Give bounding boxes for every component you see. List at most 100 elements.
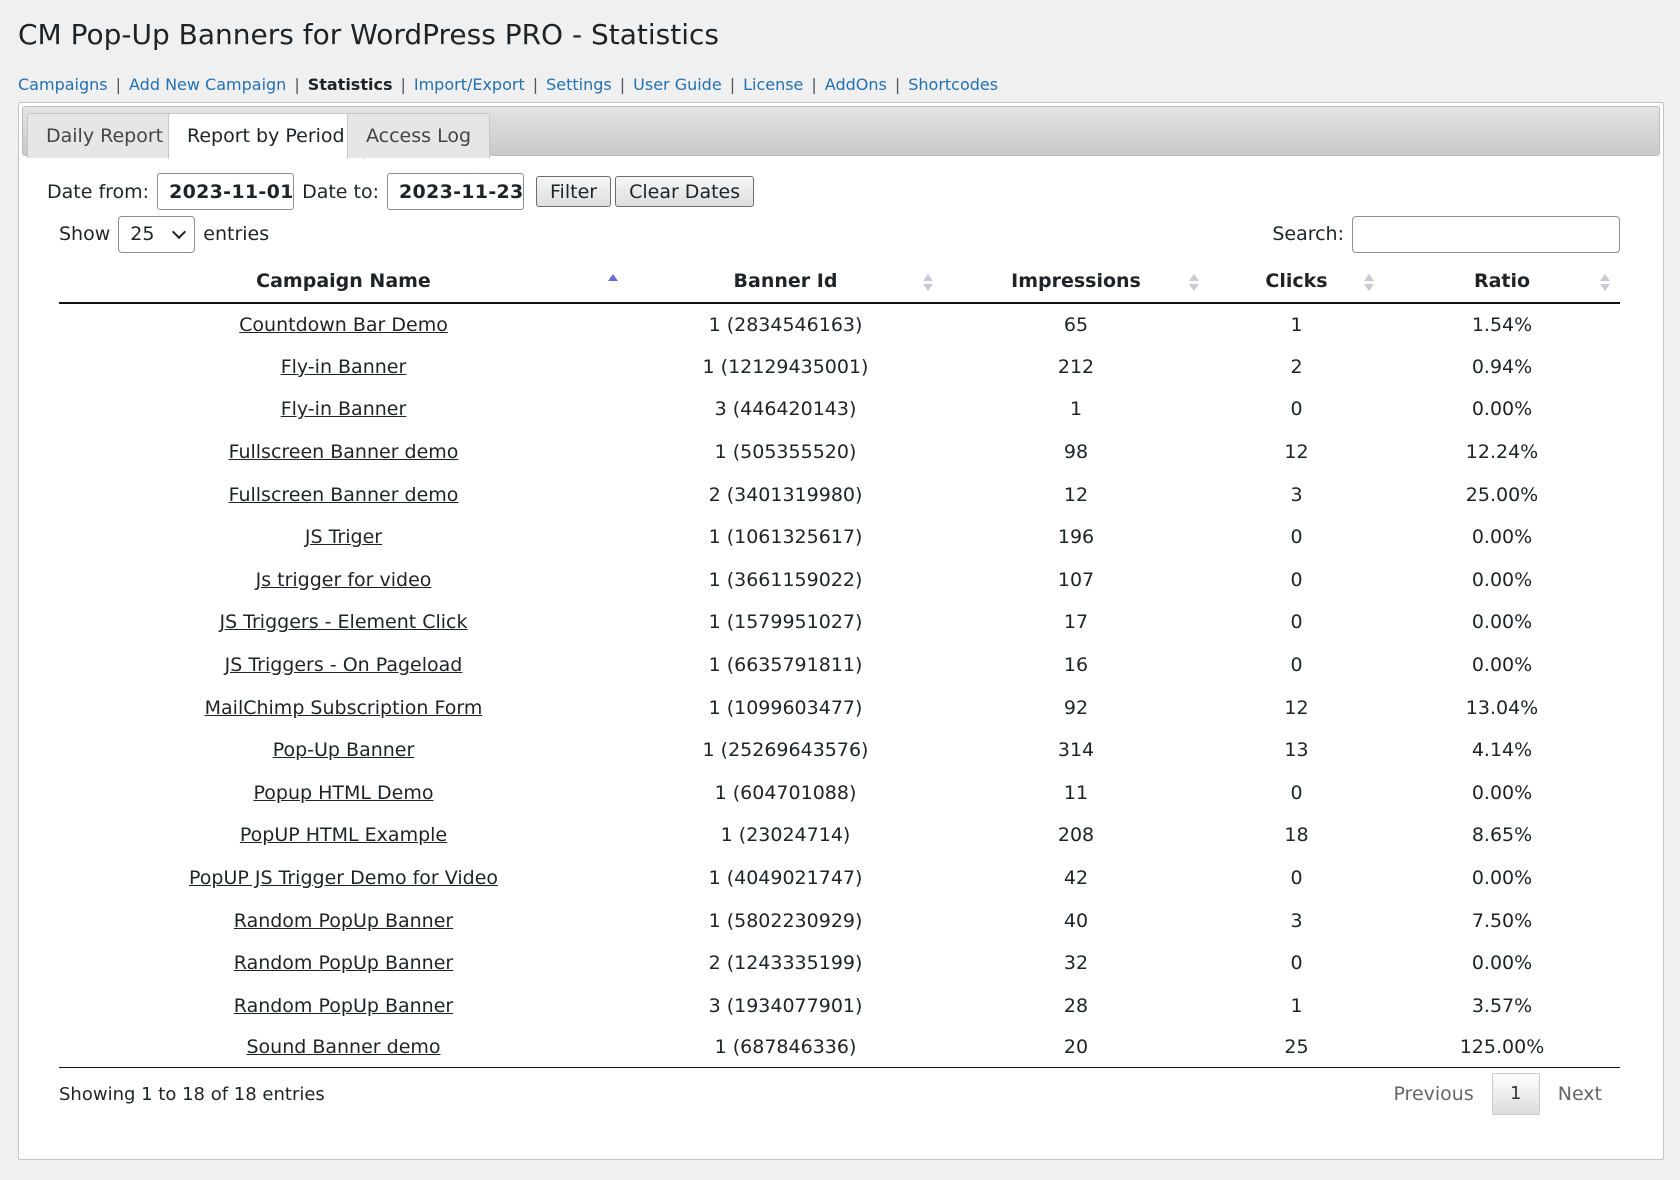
banner-id-cell: 1 (604701088) [714,781,857,804]
column-header-clicks[interactable]: Clicks [1209,260,1384,304]
campaign-link[interactable]: JS Triger [305,526,382,548]
campaign-link[interactable]: Random PopUp Banner [234,952,453,974]
campaign-link[interactable]: PopUP JS Trigger Demo for Video [189,867,498,889]
sort-icon [608,274,618,292]
campaign-name-cell: Random PopUp Banner [59,899,628,942]
pagination: Previous 1 Next [1375,1072,1620,1116]
ratio-cell: 0.00% [1471,654,1533,677]
table-row: Js trigger for video 1 (3661159022) 107 0 0.… [59,559,1620,602]
clear-dates-button[interactable]: Clear Dates [615,176,755,207]
campaign-name-cell: JS Triggers - On Pageload [59,644,628,687]
campaign-link[interactable]: Pop-Up Banner [273,739,415,761]
tab-daily-report[interactable]: Daily Report [27,113,183,158]
banner-id-cell: 1 (23024714) [720,824,851,847]
campaign-link[interactable]: Fullscreen Banner demo [229,484,459,506]
table-row: Fly-in Banner 1 (12129435001) 212 2 0.94% [59,346,1620,389]
subnav-addons-link[interactable]: AddOns [825,75,887,94]
campaign-link[interactable]: PopUP HTML Example [240,824,447,846]
entries-per-page-select[interactable]: 25 [118,215,196,253]
subnav-separator: | [400,75,406,94]
column-header-label: Banner Id [733,270,838,292]
banner-id-cell: 1 (687846336) [628,1027,943,1068]
impressions-cell: 212 [1057,355,1095,378]
subnav-statistics-link[interactable]: Statistics [308,75,393,94]
subnav-separator: | [619,75,626,94]
campaign-link[interactable]: Fly-in Banner [281,398,407,420]
tab-report-by-period[interactable]: Report by Period [168,113,364,159]
clicks-cell: 0 [1290,398,1303,421]
campaign-link[interactable]: Random PopUp Banner [234,910,453,932]
table-header-row: Campaign Name Banner Id Impressions Clicks R… [59,260,1620,304]
ratio-cell: 125.00% [1384,1027,1620,1068]
campaign-link[interactable]: Fly-in Banner [281,356,407,378]
next-page-button[interactable]: Next [1540,1083,1620,1105]
impressions-cell: 196 [1057,526,1095,549]
tab-access-log[interactable]: Access Log [347,113,491,158]
campaign-name-cell: Popup HTML Demo [59,772,628,815]
impressions-cell: 32 [1063,952,1089,975]
campaign-link[interactable]: MailChimp Subscription Form [205,697,483,719]
campaign-name-cell: JS Triger [59,516,628,559]
campaign-name-cell: JS Triggers - Element Click [59,601,628,644]
campaign-link[interactable]: Fullscreen Banner demo [229,441,459,463]
campaign-link[interactable]: Sound Banner demo [246,1036,440,1058]
campaign-name-cell: PopUP JS Trigger Demo for Video [59,857,628,900]
column-header-banner-id[interactable]: Banner Id [628,260,943,304]
table-row: JS Triggers - Element Click 1 (1579951027… [59,601,1620,644]
subnav-add-new-campaign-link[interactable]: Add New Campaign [129,75,286,94]
entries-label: entries [203,223,270,245]
previous-page-button[interactable]: Previous [1375,1083,1491,1105]
subnav-import-export-link[interactable]: Import/Export [414,75,525,94]
table-row: Fullscreen Banner demo 1 (505355520) 98 12 1… [59,431,1620,474]
column-header-impressions[interactable]: Impressions [943,260,1209,304]
date-from-input[interactable]: 2023-11-01 [157,173,295,210]
column-header-label: Ratio [1473,270,1531,292]
table-row: Countdown Bar Demo 1 (2834546163) 65 1 1.54% [59,303,1620,346]
ratio-cell: 1.54% [1471,313,1533,336]
ratio-cell: 0.00% [1471,867,1533,890]
sort-icon [923,274,933,292]
search-input[interactable] [1352,215,1620,253]
current-page-button[interactable]: 1 [1491,1072,1540,1115]
search-label: Search: [1272,223,1344,245]
column-header-campaign-name[interactable]: Campaign Name [59,260,628,304]
clicks-cell: 12 [1284,441,1309,464]
impressions-cell: 1 [1069,398,1083,421]
campaign-name-cell: Random PopUp Banner [59,985,628,1028]
banner-id-cell: 1 (2834546163) [708,313,863,336]
show-label: Show [59,223,111,245]
ratio-cell: 25.00% [1465,483,1539,506]
campaign-name-cell: Random PopUp Banner [59,942,628,985]
banner-id-cell: 1 (5802230929) [708,909,863,932]
campaign-name-cell: Fly-in Banner [59,346,628,389]
sort-icon [1600,274,1610,292]
campaign-link[interactable]: Js trigger for video [256,569,432,591]
date-from-label: Date from: [47,180,150,203]
table-row: Pop-Up Banner 1 (25269643576) 314 13 4.14% [59,729,1620,772]
banner-id-cell: 1 (1579951027) [708,611,863,634]
impressions-cell: 107 [1057,568,1095,591]
subnav-shortcodes-link[interactable]: Shortcodes [908,75,998,94]
campaign-link[interactable]: Random PopUp Banner [234,995,453,1017]
campaign-link[interactable]: JS Triggers - On Pageload [225,654,463,676]
banner-id-cell: 2 (1243335199) [708,952,863,975]
table-info: Showing 1 to 18 of 18 entries [59,1083,325,1105]
impressions-cell: 20 [943,1027,1209,1068]
subnav-settings-link[interactable]: Settings [546,75,612,94]
subnav-campaigns-link[interactable]: Campaigns [18,75,108,94]
date-to-input[interactable]: 2023-11-23 [387,173,525,210]
campaign-link[interactable]: Countdown Bar Demo [239,314,448,336]
campaign-name-cell: Js trigger for video [59,559,628,602]
chevron-down-icon [172,224,187,239]
filter-button[interactable]: Filter [536,176,612,207]
entries-per-page-value: 25 [130,223,155,245]
table-row: JS Triggers - On Pageload 1 (6635791811) 1… [59,644,1620,687]
table-row: Sound Banner demo 1 (687846336) 20 25 125.00… [59,1027,1620,1068]
campaign-link[interactable]: Popup HTML Demo [254,782,434,804]
campaign-link[interactable]: JS Triggers - Element Click [219,611,467,633]
banner-id-cell: 1 (1061325617) [708,526,863,549]
column-header-ratio[interactable]: Ratio [1384,260,1620,304]
subnav-user-guide-link[interactable]: User Guide [633,75,722,94]
subnav-license-link[interactable]: License [743,75,803,94]
table-row: Fly-in Banner 3 (446420143) 1 0 0.00% [59,388,1620,431]
